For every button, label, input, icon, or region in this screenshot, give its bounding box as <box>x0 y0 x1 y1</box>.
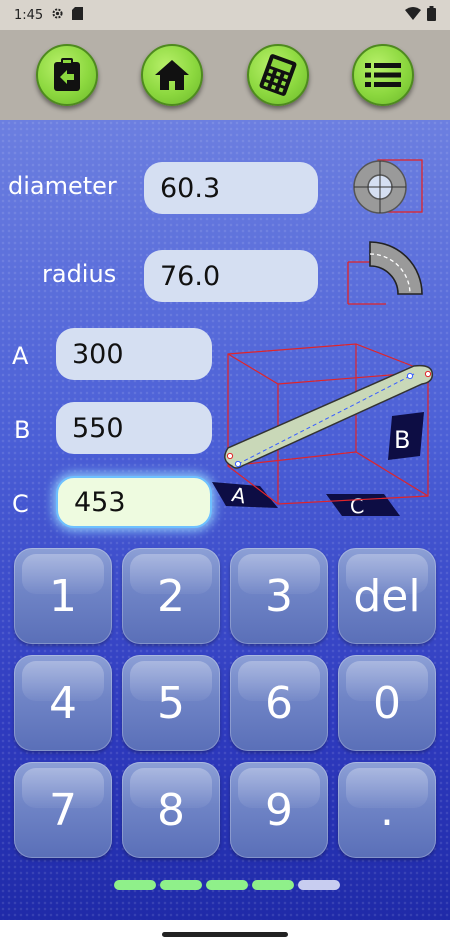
progress-indicator <box>114 880 340 890</box>
battery-icon <box>427 5 436 25</box>
status-bar: 1:45 <box>0 0 450 30</box>
clipboard-back-icon <box>54 58 80 91</box>
key-label: . <box>380 784 394 836</box>
key-4[interactable]: 4 <box>14 655 112 751</box>
pipe-bend-icon <box>347 241 423 305</box>
key-label: del <box>353 570 421 622</box>
key-label: 8 <box>157 784 185 836</box>
toolbar <box>0 30 450 120</box>
key-delete[interactable]: del <box>338 548 436 644</box>
progress-segment <box>114 880 156 890</box>
home-button[interactable] <box>141 44 204 106</box>
key-label: 5 <box>157 677 185 729</box>
a-field[interactable]: 300 <box>56 328 212 380</box>
diagram-label-c: C <box>349 494 365 519</box>
key-5[interactable]: 5 <box>122 655 220 751</box>
key-label: 4 <box>49 677 77 729</box>
key-label: 6 <box>265 677 293 729</box>
radius-label: radius <box>42 260 117 288</box>
progress-segment <box>298 880 340 890</box>
c-label: C <box>12 490 29 518</box>
progress-segment <box>252 880 294 890</box>
key-label: 2 <box>157 570 185 622</box>
navigation-bar <box>0 920 450 950</box>
pipe-cross-section-icon <box>353 159 423 214</box>
c-field[interactable]: 453 <box>56 476 212 528</box>
settings-gear-icon <box>51 7 64 24</box>
key-label: 3 <box>265 570 293 622</box>
pipe-offset-diagram: A C B <box>212 343 434 519</box>
key-0[interactable]: 0 <box>338 655 436 751</box>
b-label: B <box>14 416 31 444</box>
back-clipboard-button[interactable] <box>36 44 98 106</box>
key-3[interactable]: 3 <box>230 548 328 644</box>
wifi-icon <box>405 6 421 24</box>
key-2[interactable]: 2 <box>122 548 220 644</box>
diameter-field[interactable]: 60.3 <box>144 162 318 214</box>
key-label: 1 <box>49 570 77 622</box>
key-7[interactable]: 7 <box>14 762 112 858</box>
key-1[interactable]: 1 <box>14 548 112 644</box>
calculator-button[interactable] <box>246 44 309 106</box>
key-8[interactable]: 8 <box>122 762 220 858</box>
key-6[interactable]: 6 <box>230 655 328 751</box>
key-decimal[interactable]: . <box>338 762 436 858</box>
key-label: 7 <box>49 784 77 836</box>
home-icon <box>155 60 190 90</box>
progress-segment <box>160 880 202 890</box>
key-9[interactable]: 9 <box>230 762 328 858</box>
radius-field[interactable]: 76.0 <box>144 250 318 302</box>
progress-segment <box>206 880 248 890</box>
list-button[interactable] <box>351 44 414 106</box>
calculator-icon <box>259 54 297 96</box>
diameter-label: diameter <box>8 172 117 200</box>
key-label: 9 <box>265 784 293 836</box>
sd-card-icon <box>72 6 84 24</box>
a-label: A <box>12 342 29 370</box>
b-field[interactable]: 550 <box>56 402 212 454</box>
list-icon <box>364 63 401 87</box>
diagram-label-b: B <box>394 426 410 454</box>
key-label: 0 <box>373 677 401 729</box>
home-gesture-pill[interactable] <box>162 932 288 937</box>
main-panel: diameter 60.3 radius 76.0 A 300 B 550 C … <box>0 120 450 920</box>
status-time: 1:45 <box>14 7 44 23</box>
